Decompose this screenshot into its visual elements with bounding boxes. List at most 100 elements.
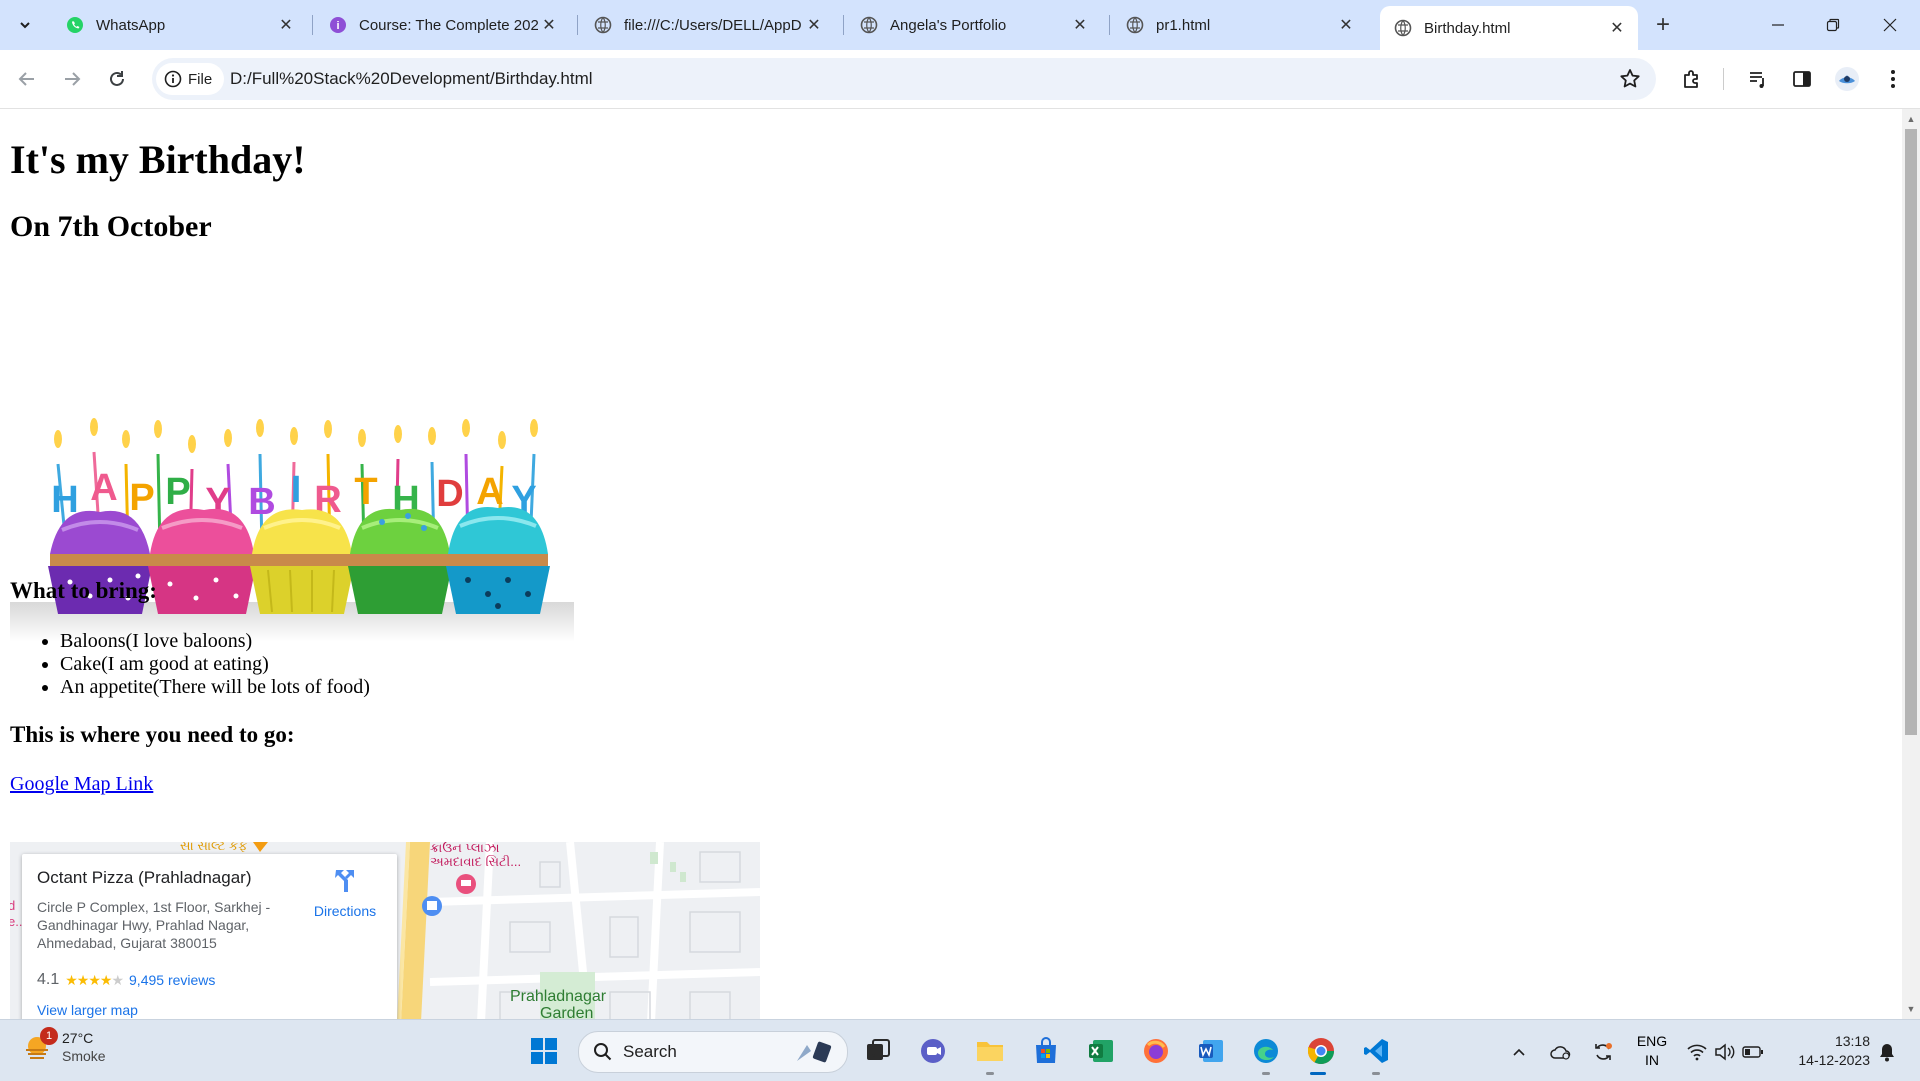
map-edge-label: d bbox=[10, 898, 16, 913]
close-icon[interactable]: ✕ bbox=[1069, 14, 1091, 36]
word-icon bbox=[1199, 1040, 1223, 1062]
microsoft-store-button[interactable] bbox=[1028, 1033, 1064, 1069]
rating-value: 4.1 bbox=[37, 971, 60, 988]
menu-button[interactable] bbox=[1878, 64, 1908, 94]
google-map-link[interactable]: Google Map Link bbox=[10, 773, 153, 796]
directions-button[interactable]: Directions bbox=[305, 868, 385, 919]
quick-settings-button[interactable] bbox=[1680, 1037, 1770, 1067]
tab-title: Birthday.html bbox=[1424, 19, 1511, 37]
onedrive-button[interactable] bbox=[1546, 1037, 1576, 1067]
vscode-button[interactable] bbox=[1358, 1033, 1394, 1069]
letter-candle: A bbox=[90, 467, 117, 509]
volume-icon bbox=[1715, 1043, 1735, 1061]
forward-button[interactable] bbox=[55, 62, 89, 96]
vertical-scrollbar[interactable]: ▲ ▼ bbox=[1902, 109, 1920, 1019]
media-queue-icon bbox=[1750, 72, 1764, 88]
tab-title: Angela's Portfolio bbox=[890, 16, 1007, 34]
globe-icon bbox=[1126, 16, 1144, 34]
embedded-map[interactable]: d e.. સા સાલ્ટ કફ ક્રાઉન પ્લાઝા અમદાવાદ … bbox=[10, 842, 760, 1019]
start-button[interactable] bbox=[526, 1033, 562, 1069]
close-icon[interactable]: ✕ bbox=[275, 14, 297, 36]
file-explorer-button[interactable] bbox=[972, 1033, 1008, 1069]
view-larger-map-link[interactable]: View larger map bbox=[37, 1002, 138, 1018]
info-icon bbox=[164, 70, 182, 88]
tab-title: Course: The Complete 202 bbox=[359, 16, 538, 34]
firefox-button[interactable] bbox=[1138, 1033, 1174, 1069]
cloud-sync-icon bbox=[1550, 1046, 1571, 1060]
tab-search-button[interactable] bbox=[10, 10, 40, 40]
chat-icon bbox=[921, 1039, 945, 1063]
list-item: An appetite(There will be lots of food) bbox=[60, 676, 370, 699]
scrollbar-thumb[interactable] bbox=[1905, 129, 1917, 735]
show-hidden-icons-button[interactable] bbox=[1504, 1037, 1534, 1067]
weather-condition: Smoke bbox=[62, 1048, 106, 1064]
new-tab-button[interactable]: + bbox=[1650, 11, 1676, 38]
clock-time: 13:18 bbox=[1834, 1033, 1870, 1049]
firefox-icon bbox=[1144, 1039, 1168, 1063]
restore-button[interactable] bbox=[1813, 10, 1853, 40]
avatar-icon bbox=[1835, 67, 1859, 91]
tab-file[interactable]: file:///C:/Users/DELL/AppD ✕ bbox=[580, 8, 835, 42]
map-poi-label: Prahladnagar bbox=[510, 988, 607, 1005]
notification-center-button[interactable] bbox=[1872, 1037, 1902, 1067]
running-indicator bbox=[986, 1072, 994, 1075]
close-icon[interactable]: ✕ bbox=[803, 14, 825, 36]
reviews-link[interactable]: 9,495 reviews bbox=[129, 972, 215, 988]
letter-candle: P bbox=[165, 471, 190, 513]
chevron-up-icon bbox=[1513, 1048, 1525, 1056]
tab-course[interactable]: i Course: The Complete 202 ✕ bbox=[315, 8, 570, 42]
tab-birthday[interactable]: Birthday.html ✕ bbox=[1380, 6, 1638, 50]
bring-list: Baloons(I love baloons) Cake(I am good a… bbox=[10, 630, 370, 699]
letter-candle: D bbox=[436, 473, 463, 515]
store-icon bbox=[1036, 1037, 1056, 1063]
map-poi-label: Garden bbox=[540, 1005, 594, 1019]
tab-separator bbox=[843, 15, 844, 35]
close-icon[interactable]: ✕ bbox=[538, 14, 560, 36]
word-button[interactable] bbox=[1193, 1033, 1229, 1069]
site-info-chip[interactable]: File bbox=[156, 63, 225, 95]
tab-whatsapp[interactable]: WhatsApp ✕ bbox=[52, 8, 307, 42]
tab-strip: WhatsApp ✕ i Course: The Complete 202 ✕ … bbox=[0, 0, 1920, 50]
wifi-icon bbox=[1687, 1044, 1707, 1061]
running-indicator bbox=[1262, 1072, 1270, 1075]
taskbar-search[interactable]: Search bbox=[578, 1031, 848, 1073]
excel-button[interactable] bbox=[1083, 1033, 1119, 1069]
input-language-indicator[interactable]: ENG IN bbox=[1634, 1032, 1670, 1070]
place-address: Circle P Complex, 1st Floor, Sarkhej - G… bbox=[37, 899, 271, 951]
task-view-icon bbox=[867, 1039, 890, 1060]
minimize-button[interactable] bbox=[1758, 10, 1798, 40]
cupcake-bases bbox=[50, 554, 548, 566]
folder-icon bbox=[977, 1042, 1003, 1061]
svg-text:i: i bbox=[336, 20, 339, 32]
search-icon bbox=[594, 1043, 612, 1061]
chrome-button[interactable] bbox=[1303, 1033, 1339, 1069]
profile-button[interactable] bbox=[1832, 64, 1862, 94]
tab-title: pr1.html bbox=[1156, 16, 1211, 34]
weather-widget[interactable]: 27°C Smoke 1 bbox=[22, 1027, 106, 1065]
scroll-up-icon[interactable]: ▲ bbox=[1902, 111, 1920, 127]
close-icon[interactable]: ✕ bbox=[1335, 14, 1357, 36]
tab-portfolio[interactable]: Angela's Portfolio ✕ bbox=[846, 8, 1101, 42]
back-button[interactable] bbox=[10, 62, 44, 96]
active-app-indicator bbox=[1310, 1072, 1326, 1075]
extensions-button[interactable] bbox=[1677, 64, 1707, 94]
toolbar-divider bbox=[1723, 68, 1724, 90]
side-panel-button[interactable] bbox=[1787, 64, 1817, 94]
address-bar[interactable]: File D:/Full%20Stack%20Development/Birth… bbox=[152, 58, 1656, 100]
sync-icon bbox=[1595, 1043, 1612, 1060]
teams-chat-button[interactable] bbox=[915, 1033, 951, 1069]
edge-button[interactable] bbox=[1248, 1033, 1284, 1069]
close-icon[interactable]: ✕ bbox=[1606, 17, 1628, 39]
close-window-button[interactable] bbox=[1870, 10, 1910, 40]
kebab-menu-icon bbox=[1891, 70, 1895, 88]
site-info-label: File bbox=[188, 70, 213, 88]
media-button[interactable] bbox=[1743, 64, 1773, 94]
scroll-down-icon[interactable]: ▼ bbox=[1902, 1001, 1920, 1017]
bookmark-star-icon[interactable] bbox=[1618, 67, 1642, 91]
task-view-button[interactable] bbox=[860, 1033, 896, 1069]
system-clock[interactable]: 13:18 14-12-2023 bbox=[1790, 1032, 1870, 1070]
reload-button[interactable] bbox=[100, 62, 134, 96]
tab-pr1[interactable]: pr1.html ✕ bbox=[1112, 8, 1367, 42]
url-text[interactable]: D:/Full%20Stack%20Development/Birthday.h… bbox=[230, 69, 593, 89]
sync-status-button[interactable] bbox=[1588, 1037, 1618, 1067]
